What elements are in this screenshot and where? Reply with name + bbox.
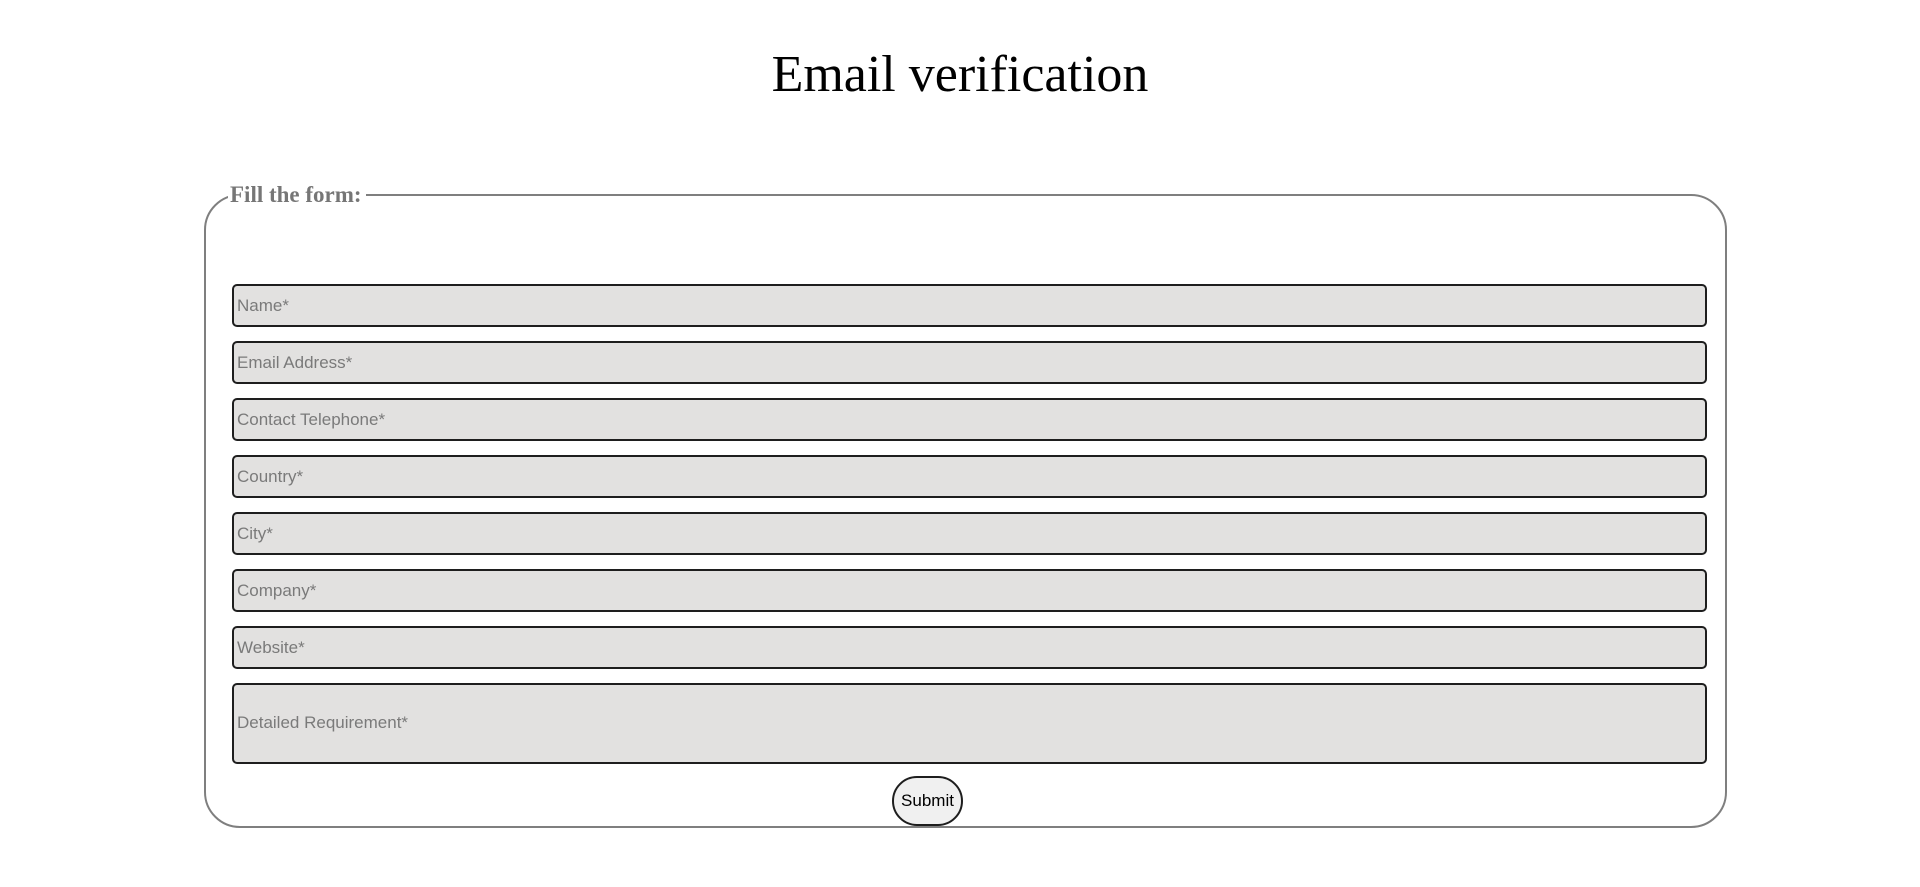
telephone-input[interactable] bbox=[232, 398, 1707, 441]
email-input[interactable] bbox=[232, 341, 1707, 384]
country-input[interactable] bbox=[232, 455, 1707, 498]
requirement-textarea[interactable] bbox=[232, 683, 1707, 764]
city-input[interactable] bbox=[232, 512, 1707, 555]
form-fieldset: Fill the form: Submit bbox=[204, 182, 1727, 828]
submit-button[interactable]: Submit bbox=[892, 776, 963, 826]
company-input[interactable] bbox=[232, 569, 1707, 612]
page-title: Email verification bbox=[771, 46, 1149, 103]
website-input[interactable] bbox=[232, 626, 1707, 669]
name-input[interactable] bbox=[232, 284, 1707, 327]
form-legend: Fill the form: bbox=[230, 182, 362, 207]
